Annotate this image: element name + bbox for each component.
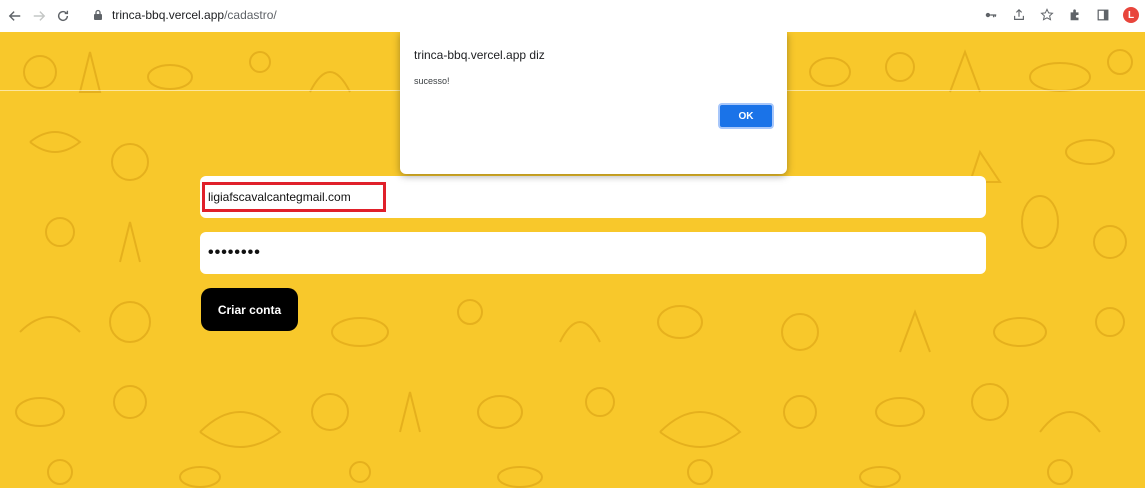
alert-dialog: trinca-bbq.vercel.app diz sucesso! OK — [400, 32, 787, 174]
address-bar[interactable]: trinca-bbq.vercel.app/cadastro/ — [92, 4, 892, 26]
url-host: trinca-bbq.vercel.app — [112, 8, 225, 22]
back-icon[interactable] — [6, 7, 24, 25]
share-icon[interactable] — [1011, 7, 1027, 23]
reload-icon[interactable] — [54, 7, 72, 25]
star-icon[interactable] — [1039, 7, 1055, 23]
page-background: Cadastro Criar conta trinca-bbq.vercel.a… — [0, 32, 1145, 488]
password-input[interactable] — [200, 232, 986, 274]
dialog-ok-button[interactable]: OK — [718, 103, 774, 129]
create-account-button[interactable]: Criar conta — [201, 288, 298, 331]
side-panel-icon[interactable] — [1095, 7, 1111, 23]
url-path: /cadastro/ — [224, 8, 277, 22]
dialog-message: sucesso! — [414, 76, 450, 86]
dialog-title: trinca-bbq.vercel.app diz — [414, 48, 545, 62]
browser-toolbar: trinca-bbq.vercel.app/cadastro/ L — [0, 0, 1145, 32]
email-input[interactable] — [200, 176, 986, 218]
profile-avatar[interactable]: L — [1123, 7, 1139, 23]
key-icon[interactable] — [983, 7, 999, 23]
forward-icon[interactable] — [30, 7, 48, 25]
extensions-icon[interactable] — [1067, 7, 1083, 23]
lock-icon — [94, 9, 102, 20]
